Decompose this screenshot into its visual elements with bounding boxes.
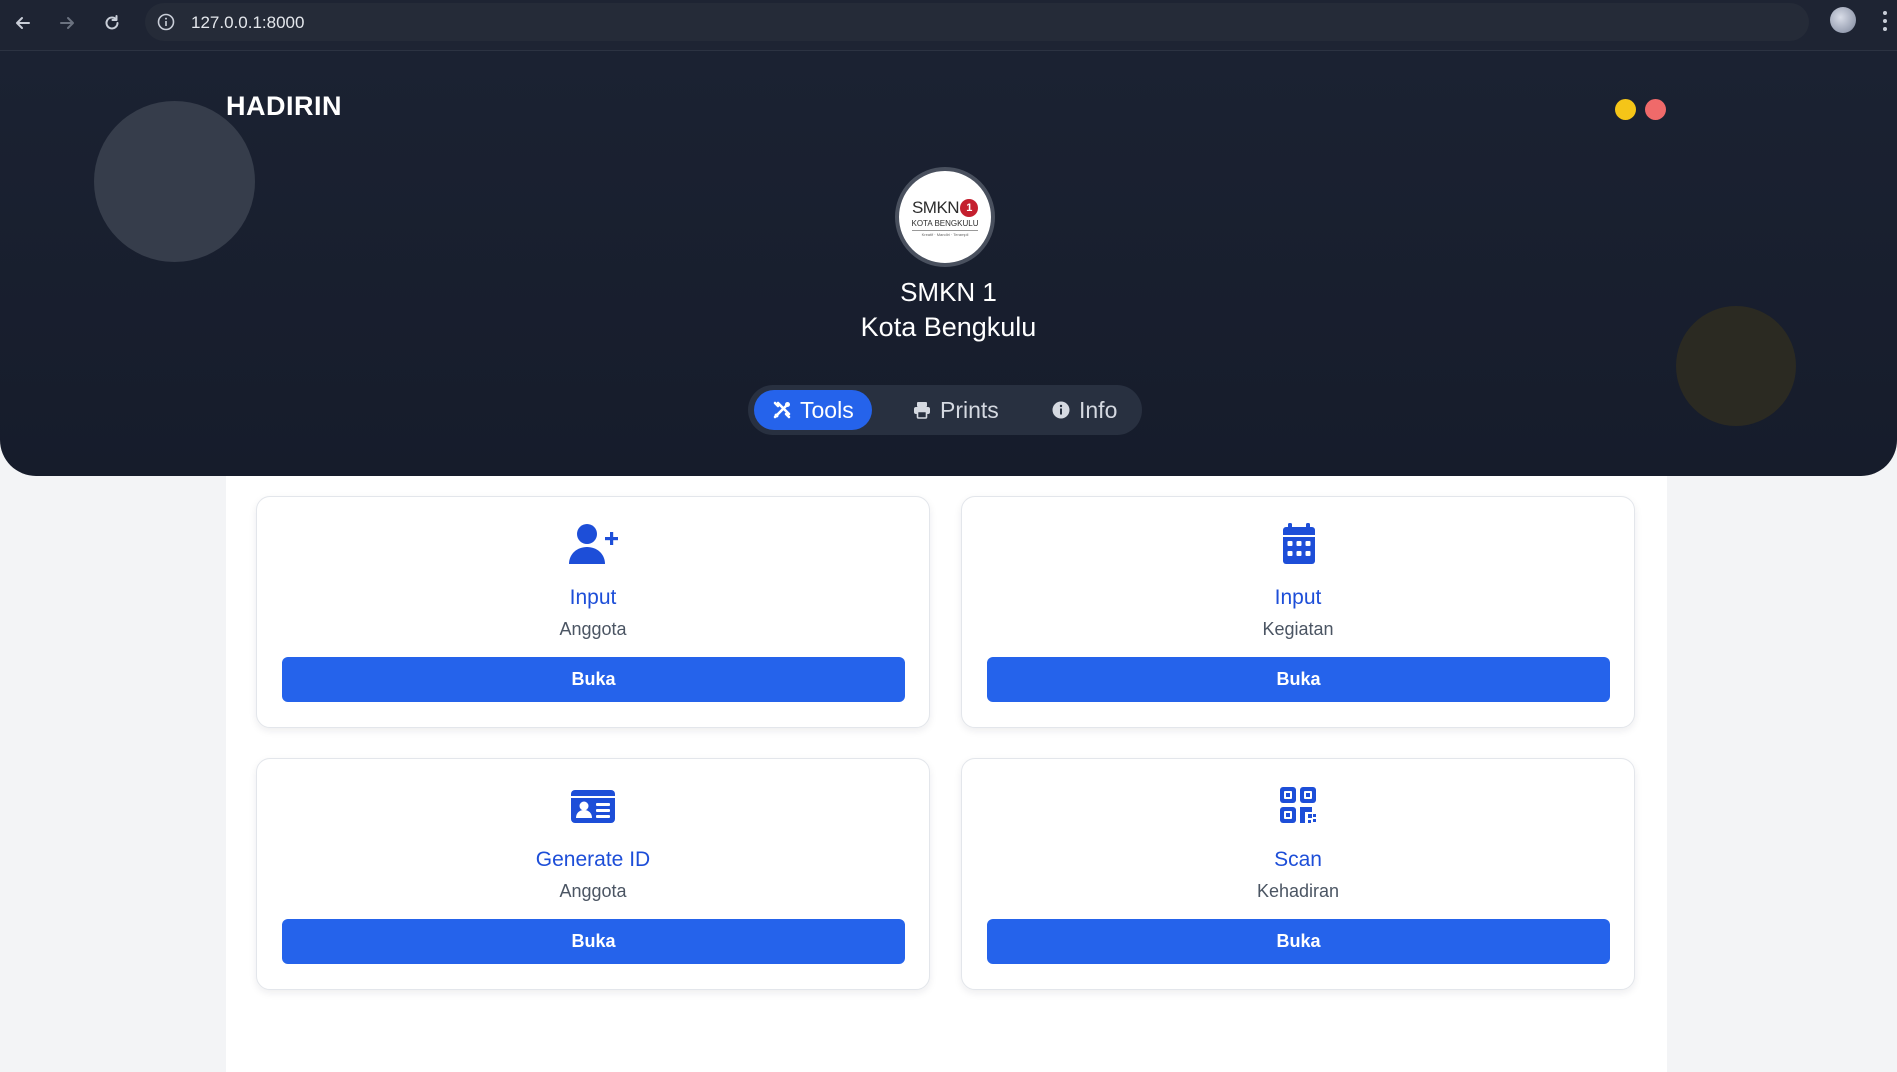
printer-icon <box>914 402 930 419</box>
tools-icon <box>773 401 791 419</box>
forward-arrow-icon[interactable] <box>54 10 80 36</box>
decorative-circle <box>94 101 255 262</box>
logo-badge: 1 <box>960 198 979 217</box>
calendar-icon <box>962 523 1634 565</box>
qrcode-icon <box>962 785 1634 827</box>
card-title: Input <box>1274 586 1322 609</box>
card-subtitle: Anggota <box>559 881 627 901</box>
card-title: Generate ID <box>535 848 651 871</box>
tab-label: Tools <box>800 396 854 423</box>
logo-tagline: Kreatif · Mandiri · Terampil <box>921 231 969 237</box>
card-input-anggota: Input Anggota Buka <box>256 496 930 728</box>
status-dot-red <box>1645 99 1666 120</box>
browser-toolbar: 127.0.0.1:8000 <box>0 0 1897 51</box>
id-card-icon <box>257 785 929 827</box>
logo-subtext: KOTA BENGKULU <box>911 218 979 228</box>
school-name: SMKN 1 <box>900 277 997 307</box>
open-button[interactable]: Buka <box>282 657 905 702</box>
open-button[interactable]: Buka <box>987 919 1610 964</box>
address-bar[interactable]: 127.0.0.1:8000 <box>145 3 1809 41</box>
tab-label: Info <box>1079 396 1118 423</box>
info-icon[interactable] <box>157 13 175 31</box>
card-subtitle: Kegiatan <box>1262 619 1334 639</box>
card-generate-id: Generate ID Anggota Buka <box>256 758 930 990</box>
card-input-kegiatan: Input Kegiatan Buka <box>961 496 1635 728</box>
open-button[interactable]: Buka <box>987 657 1610 702</box>
user-plus-icon <box>257 523 929 565</box>
school-city: Kota Bengkulu <box>860 312 1037 342</box>
tools-panel: Input Anggota Buka Input Kegiatan Buka G… <box>226 476 1667 1072</box>
tab-tools[interactable]: Tools <box>754 390 872 430</box>
card-title: Input <box>569 586 617 609</box>
url-text[interactable]: 127.0.0.1:8000 <box>191 13 304 33</box>
card-title: Scan <box>1274 848 1322 871</box>
card-scan-kehadiran: Scan Kehadiran Buka <box>961 758 1635 990</box>
tab-label: Prints <box>940 396 999 423</box>
status-dot-yellow <box>1615 99 1636 120</box>
tab-bar: Tools Prints Info <box>748 385 1142 435</box>
card-subtitle: Anggota <box>559 619 627 639</box>
avatar[interactable] <box>1830 7 1856 33</box>
tab-info[interactable]: Info <box>1033 390 1135 430</box>
school-logo: SMKN 1 KOTA BENGKULU Kreatif · Mandiri ·… <box>895 167 995 267</box>
logo-text: SMKN <box>911 197 960 217</box>
info-icon <box>1052 401 1070 419</box>
brand-title: HADIRIN <box>226 91 342 121</box>
open-button[interactable]: Buka <box>282 919 905 964</box>
hero-header: HADIRIN SMKN 1 KOTA BENGKULU Kreatif · M… <box>0 51 1897 476</box>
more-vert-icon[interactable] <box>1882 11 1888 31</box>
back-arrow-icon[interactable] <box>10 10 36 36</box>
logo-divider <box>912 229 978 231</box>
reload-icon[interactable] <box>99 10 125 36</box>
card-subtitle: Kehadiran <box>1256 881 1340 901</box>
tab-prints[interactable]: Prints <box>894 390 1017 430</box>
